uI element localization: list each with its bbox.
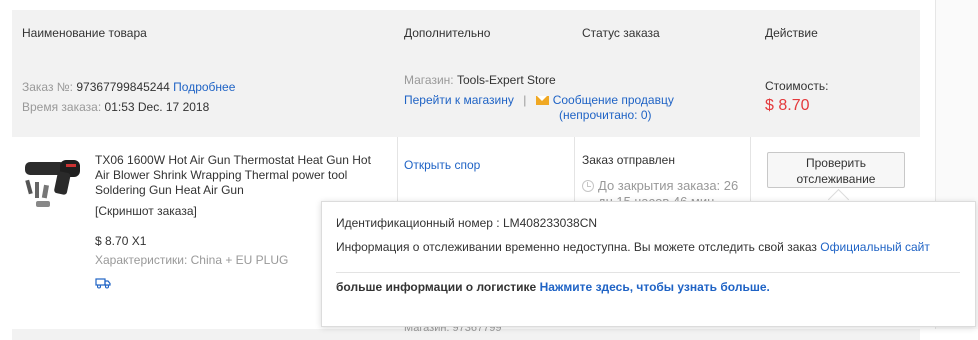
order-time-value: 01:53 Dec. 17 2018	[104, 100, 210, 114]
store-label: Магазин:	[404, 73, 454, 87]
order-details-link[interactable]: Подробнее	[173, 80, 235, 94]
product-title-line: TX06 1600W Hot Air Gun Thermostat Heat G…	[95, 153, 371, 167]
order-snapshot-link[interactable]: [Скриншот заказа]	[95, 204, 197, 218]
message-seller-label: Сообщение продавцу	[552, 93, 674, 107]
order-time: Время заказа: 01:53 Dec. 17 2018	[22, 100, 209, 114]
unread-messages: (непрочитано: 0)	[559, 108, 652, 122]
order-status-text: Заказ отправлен	[582, 153, 675, 167]
item-attributes: Характеристики: China + EU PLUG	[95, 253, 289, 267]
logistics-info: больше информации о логистике Нажмите зд…	[336, 280, 770, 294]
store-info: Магазин: Tools-Expert Store	[404, 73, 556, 87]
check-tracking-button-label: отслеживание	[796, 172, 876, 186]
check-tracking-button[interactable]: Проверить отслеживание	[767, 152, 905, 188]
official-site-link[interactable]: Официальный сайт	[820, 240, 930, 254]
product-title-line: Soldering Gun Heat Air Gun	[95, 183, 244, 197]
logistics-label: больше информации о логистике	[336, 280, 537, 294]
clock-icon	[582, 180, 594, 192]
tracking-unavailable-text: Информация о отслеживании временно недос…	[336, 240, 817, 254]
product-thumbnail[interactable]	[22, 152, 82, 214]
shipping-truck-icon	[95, 278, 111, 289]
logistics-more-link[interactable]: Нажмите здесь, чтобы узнать больше.	[540, 280, 770, 294]
go-to-store-link[interactable]: Перейти к магазину	[404, 93, 514, 107]
header-additional: Дополнительно	[404, 26, 491, 40]
product-title-line: Air Blower Shrink Wrapping Thermal power…	[95, 168, 348, 182]
header-product-name: Наименование товара	[22, 26, 147, 40]
countdown-line: До закрытия заказа: 26	[598, 178, 739, 193]
unread-count-link[interactable]: (непрочитано: 0)	[559, 108, 652, 122]
message-seller-link[interactable]: Сообщение продавцу	[535, 93, 674, 107]
check-tracking-button-label: Проверить	[805, 156, 866, 170]
open-dispute-link[interactable]: Открыть спор	[404, 158, 480, 172]
store-name: Tools-Expert Store	[456, 73, 556, 87]
cost-label: Стоимость:	[765, 79, 829, 93]
header-action: Действие	[765, 26, 818, 40]
order-number-value: 97367799845244	[76, 80, 170, 94]
order-number-label: Заказ №:	[22, 80, 74, 94]
product-title[interactable]: TX06 1600W Hot Air Gun Thermostat Heat G…	[95, 153, 371, 198]
tracking-number: Идентификационный номер : LM408233038CN	[336, 216, 598, 230]
tracking-unavailable-message: Информация о отслеживании временно недос…	[336, 240, 930, 254]
popup-divider	[336, 272, 960, 273]
mail-icon	[535, 96, 549, 105]
link-divider: |	[523, 93, 527, 107]
cost-value: $ 8.70	[765, 97, 810, 114]
order-time-label: Время заказа:	[22, 100, 102, 114]
tracking-popup: Идентификационный номер : LM408233038CN …	[321, 201, 976, 327]
order-number: Заказ №: 97367799845244 Подробнее	[22, 80, 235, 94]
order-countdown: До закрытия заказа: 26	[582, 178, 738, 193]
header-order-status: Статус заказа	[582, 26, 660, 40]
item-price-qty: $ 8.70 X1	[95, 234, 147, 248]
store-actions: Перейти к магазину | Сообщение продавцу	[404, 93, 674, 107]
